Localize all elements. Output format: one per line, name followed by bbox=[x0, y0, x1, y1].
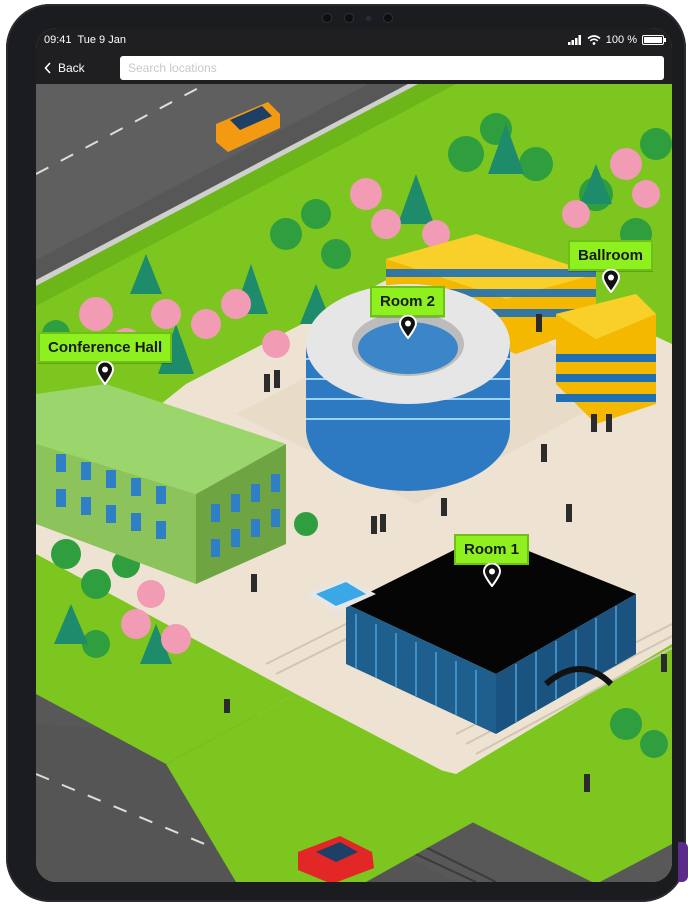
status-date: Tue 9 Jan bbox=[77, 34, 126, 46]
chevron-left-icon bbox=[44, 62, 51, 74]
camera-bar bbox=[302, 10, 412, 26]
pin-label: Room 2 bbox=[370, 286, 446, 317]
sensor-dot bbox=[321, 13, 332, 23]
map-marker-icon bbox=[482, 563, 501, 587]
back-button[interactable]: Back bbox=[44, 61, 120, 75]
map-marker-icon bbox=[398, 315, 417, 339]
status-time: 09:41 bbox=[44, 34, 72, 46]
status-bar: 09:41 Tue 9 Jan 100 % bbox=[36, 28, 672, 52]
location-pin-room-2[interactable]: Room 2 bbox=[370, 286, 446, 339]
location-pin-ballroom[interactable]: Ballroom bbox=[568, 240, 654, 293]
nav-bar: Back bbox=[36, 52, 672, 84]
wifi-icon bbox=[587, 35, 601, 45]
battery-percent: 100 % bbox=[605, 34, 637, 46]
battery-fill bbox=[644, 37, 662, 43]
lens-dot bbox=[365, 15, 371, 21]
sensor-dot bbox=[382, 13, 393, 23]
map-marker-icon bbox=[96, 361, 115, 385]
screen: 09:41 Tue 9 Jan 100 % Back Search locati… bbox=[36, 28, 672, 882]
pin-label: Room 1 bbox=[454, 534, 530, 565]
location-pin-room-1[interactable]: Room 1 bbox=[454, 534, 530, 587]
search-input[interactable] bbox=[120, 56, 664, 80]
battery-icon bbox=[642, 35, 666, 45]
map-marker-icon bbox=[601, 269, 620, 293]
campus-map[interactable]: Conference Hall Room 2 Ballroom Room 1 bbox=[36, 84, 672, 882]
location-pin-conference-hall[interactable]: Conference Hall bbox=[38, 332, 173, 385]
cellular-signal-icon bbox=[567, 35, 581, 45]
device-cover-edge bbox=[678, 842, 688, 882]
pin-label: Conference Hall bbox=[38, 332, 173, 363]
back-label: Back bbox=[58, 61, 85, 75]
status-right: 100 % bbox=[567, 34, 666, 46]
tablet-frame: 09:41 Tue 9 Jan 100 % Back Search locati… bbox=[6, 4, 688, 902]
pin-label: Ballroom bbox=[568, 240, 654, 271]
status-left: 09:41 Tue 9 Jan bbox=[44, 34, 126, 46]
camera-dot bbox=[343, 13, 354, 23]
map-illustration bbox=[36, 84, 672, 882]
